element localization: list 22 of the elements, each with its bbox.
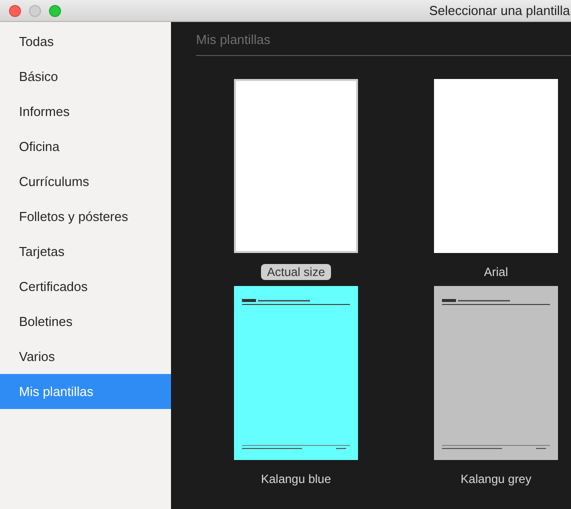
template-name: Arial: [482, 264, 509, 280]
template-name: Kalangu blue: [260, 471, 332, 487]
template-thumbnail[interactable]: [434, 79, 558, 253]
zoom-button[interactable]: [49, 4, 61, 16]
section-title: Mis plantillas: [196, 22, 571, 56]
template-name: Kalangu grey: [460, 471, 532, 487]
sidebar-item[interactable]: Tarjetas: [0, 234, 171, 269]
window-title: Seleccionar una plantilla: [429, 3, 571, 18]
sidebar-item[interactable]: Folletos y pósteres: [0, 199, 171, 234]
sidebar-item[interactable]: Certificados: [0, 269, 171, 304]
template-thumbnail[interactable]: [234, 79, 358, 253]
sidebar-item[interactable]: Todas: [0, 24, 171, 59]
sidebar-item[interactable]: Básico: [0, 59, 171, 94]
template-thumbnail[interactable]: [434, 286, 558, 460]
template-thumbnail[interactable]: [234, 286, 358, 460]
close-button[interactable]: [9, 4, 21, 16]
sidebar-item[interactable]: Boletines: [0, 304, 171, 339]
template-name: Actual size: [260, 264, 332, 280]
sidebar-item[interactable]: Currículums: [0, 164, 171, 199]
sidebar-item[interactable]: Oficina: [0, 129, 171, 164]
sidebar-item[interactable]: Varios: [0, 339, 171, 374]
sidebar-item[interactable]: Informes: [0, 94, 171, 129]
